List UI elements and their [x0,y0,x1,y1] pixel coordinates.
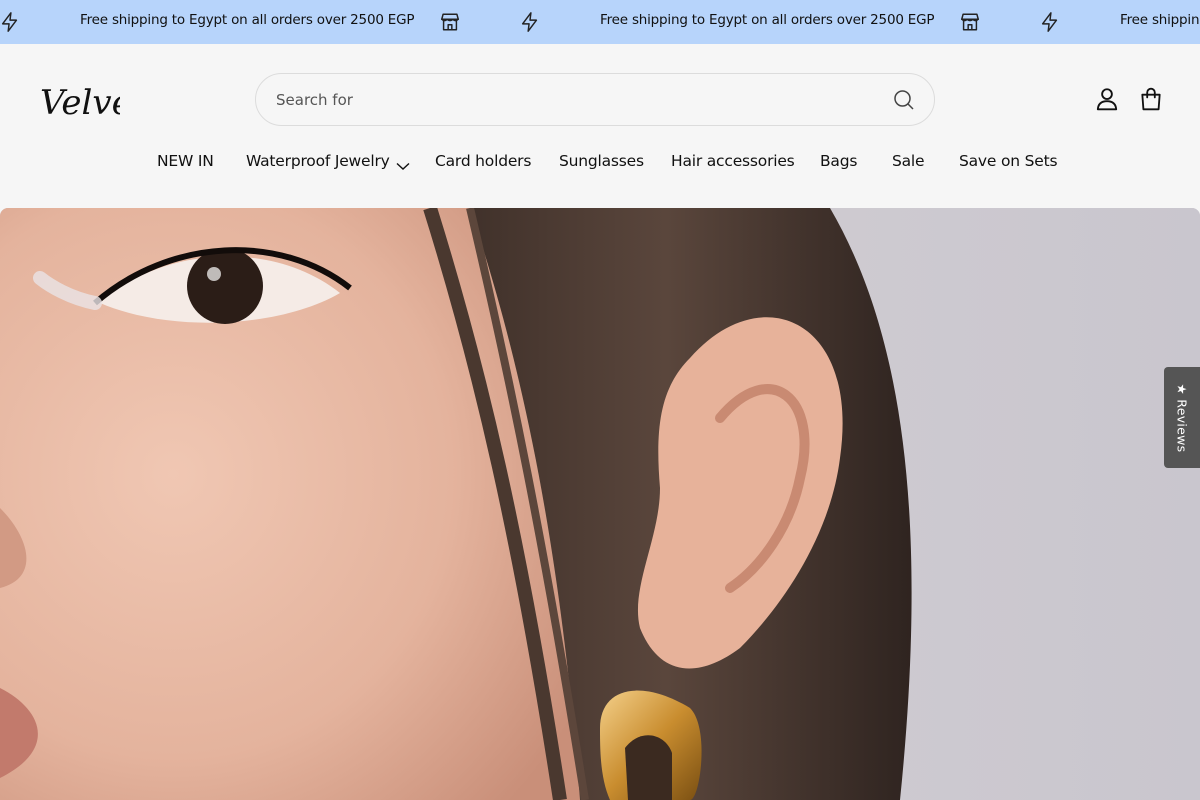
site-header: Velvet NEW IN Waterproof Jewelry Card ho… [0,44,1200,208]
hero-image [0,208,1200,800]
logo-text: Velvet [40,83,120,123]
nav-item-new-in[interactable]: NEW IN [157,152,214,170]
store-icon [959,11,981,33]
logo[interactable]: Velvet [40,76,146,124]
announcement-message: Free shipping to Egypt on all orders ove… [1120,12,1200,28]
search-icon[interactable] [892,88,916,112]
main-nav: NEW IN Waterproof Jewelry Card holders S… [0,152,1200,176]
announcement-track: Free shipping to Egypt on all orders ove… [0,0,1200,44]
nav-item-card-holders[interactable]: Card holders [435,152,531,170]
lightning-icon [0,11,21,33]
reviews-tab[interactable]: ★ Reviews [1164,367,1200,468]
nav-item-label: Waterproof Jewelry [246,152,390,170]
search-bar[interactable] [255,73,935,126]
hero-banner[interactable] [0,208,1200,800]
account-icon[interactable] [1094,86,1120,112]
cart-bag-icon[interactable] [1138,86,1164,112]
announcement-bar: Free shipping to Egypt on all orders ove… [0,0,1200,44]
nav-item-hair-accessories[interactable]: Hair accessories [671,152,795,170]
lightning-icon [1039,11,1061,33]
search-input[interactable] [276,74,876,125]
reviews-tab-label: ★ Reviews [1174,383,1190,452]
nav-item-bags[interactable]: Bags [820,152,857,170]
store-icon [439,11,461,33]
nav-item-save-on-sets[interactable]: Save on Sets [959,152,1058,170]
nav-item-waterproof-jewelry[interactable]: Waterproof Jewelry [246,152,410,170]
chevron-down-icon [396,157,410,170]
announcement-message: Free shipping to Egypt on all orders ove… [600,12,935,28]
lightning-icon [519,11,541,33]
nav-item-sale[interactable]: Sale [892,152,925,170]
announcement-message: Free shipping to Egypt on all orders ove… [80,12,415,28]
nav-item-sunglasses[interactable]: Sunglasses [559,152,644,170]
